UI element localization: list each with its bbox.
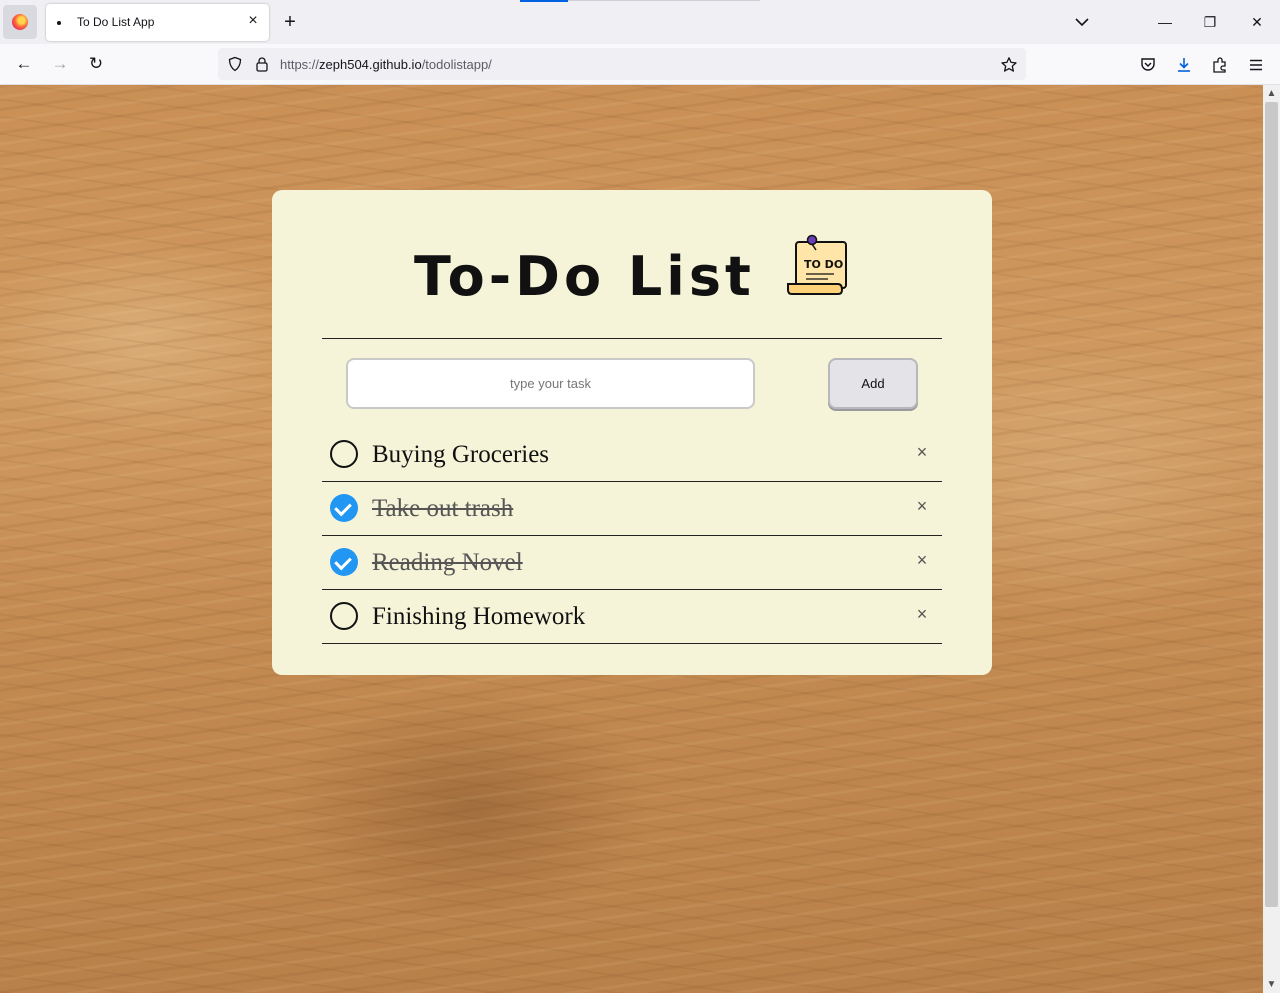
tab-list-chevron-icon[interactable]: [1072, 12, 1092, 32]
tab-strip-accent: [520, 0, 568, 2]
task-list: Buying Groceries × Take out trash × Read…: [322, 428, 942, 644]
window-minimize-button[interactable]: —: [1155, 12, 1175, 32]
window-close-button[interactable]: ✕: [1247, 12, 1267, 32]
url-path: /todolistapp/: [421, 57, 492, 72]
todo-note-icon: TO DO: [787, 234, 847, 295]
task-text[interactable]: Buying Groceries: [372, 441, 549, 469]
todo-card: To-Do List TO DO Add Buying Groceries × …: [272, 190, 992, 675]
firefox-menu-button[interactable]: [3, 5, 37, 39]
page-scrollbar[interactable]: ▲ ▼: [1263, 85, 1280, 993]
tab-favicon-icon: [57, 21, 61, 25]
add-button[interactable]: Add: [828, 358, 918, 409]
task-row[interactable]: Reading Novel ×: [322, 536, 942, 590]
tab-close-icon[interactable]: ×: [244, 12, 262, 30]
unchecked-circle-icon[interactable]: [330, 602, 358, 630]
delete-task-icon[interactable]: ×: [912, 604, 932, 624]
delete-task-icon[interactable]: ×: [912, 496, 932, 516]
task-row[interactable]: Finishing Homework ×: [322, 590, 942, 644]
window-restore-button[interactable]: ❐: [1200, 12, 1220, 32]
url-bar[interactable]: https://zeph504.github.io/todolistapp/: [218, 48, 1026, 80]
tab-strip-line: [568, 0, 760, 1]
todo-note-icon-label: TO DO: [804, 258, 843, 271]
bookmark-star-icon[interactable]: [1000, 56, 1018, 74]
browser-tab-bar: To Do List App × + — ❐ ✕: [0, 0, 1280, 44]
new-tab-button[interactable]: +: [280, 12, 300, 32]
extensions-icon[interactable]: [1211, 56, 1229, 74]
tracking-shield-icon[interactable]: [227, 56, 243, 72]
delete-task-icon[interactable]: ×: [912, 442, 932, 462]
page-viewport: To-Do List TO DO Add Buying Groceries × …: [0, 85, 1263, 993]
lock-icon[interactable]: [254, 56, 270, 72]
back-button[interactable]: ←: [14, 54, 34, 74]
url-host: zeph504.github.io: [319, 57, 422, 72]
task-text[interactable]: Reading Novel: [372, 549, 523, 577]
url-text[interactable]: https://zeph504.github.io/todolistapp/: [280, 57, 492, 72]
delete-task-icon[interactable]: ×: [912, 550, 932, 570]
unchecked-circle-icon[interactable]: [330, 440, 358, 468]
firefox-logo-icon: [12, 14, 28, 30]
browser-nav-bar: ← → ↻ https://zeph504.github.io/todolist…: [0, 44, 1280, 85]
task-input[interactable]: [346, 358, 755, 409]
task-row[interactable]: Take out trash ×: [322, 482, 942, 536]
scroll-up-arrow-icon[interactable]: ▲: [1263, 85, 1280, 102]
url-scheme: https://: [280, 57, 320, 72]
tab-title: To Do List App: [77, 15, 155, 29]
hamburger-menu-icon[interactable]: [1247, 56, 1265, 74]
downloads-icon[interactable]: [1175, 56, 1193, 74]
tab-todo-list-app[interactable]: To Do List App ×: [46, 4, 269, 41]
task-row[interactable]: Buying Groceries ×: [322, 428, 942, 482]
app-title: To-Do List: [414, 245, 755, 308]
checked-circle-icon[interactable]: [330, 548, 358, 576]
scroll-thumb[interactable]: [1265, 102, 1278, 907]
task-text[interactable]: Finishing Homework: [372, 603, 585, 631]
pocket-icon[interactable]: [1139, 56, 1157, 74]
title-divider: [322, 338, 942, 339]
forward-button[interactable]: →: [50, 54, 70, 74]
reload-button[interactable]: ↻: [86, 54, 106, 74]
scroll-down-arrow-icon[interactable]: ▼: [1263, 976, 1280, 993]
checked-circle-icon[interactable]: [330, 494, 358, 522]
task-text[interactable]: Take out trash: [372, 495, 513, 523]
